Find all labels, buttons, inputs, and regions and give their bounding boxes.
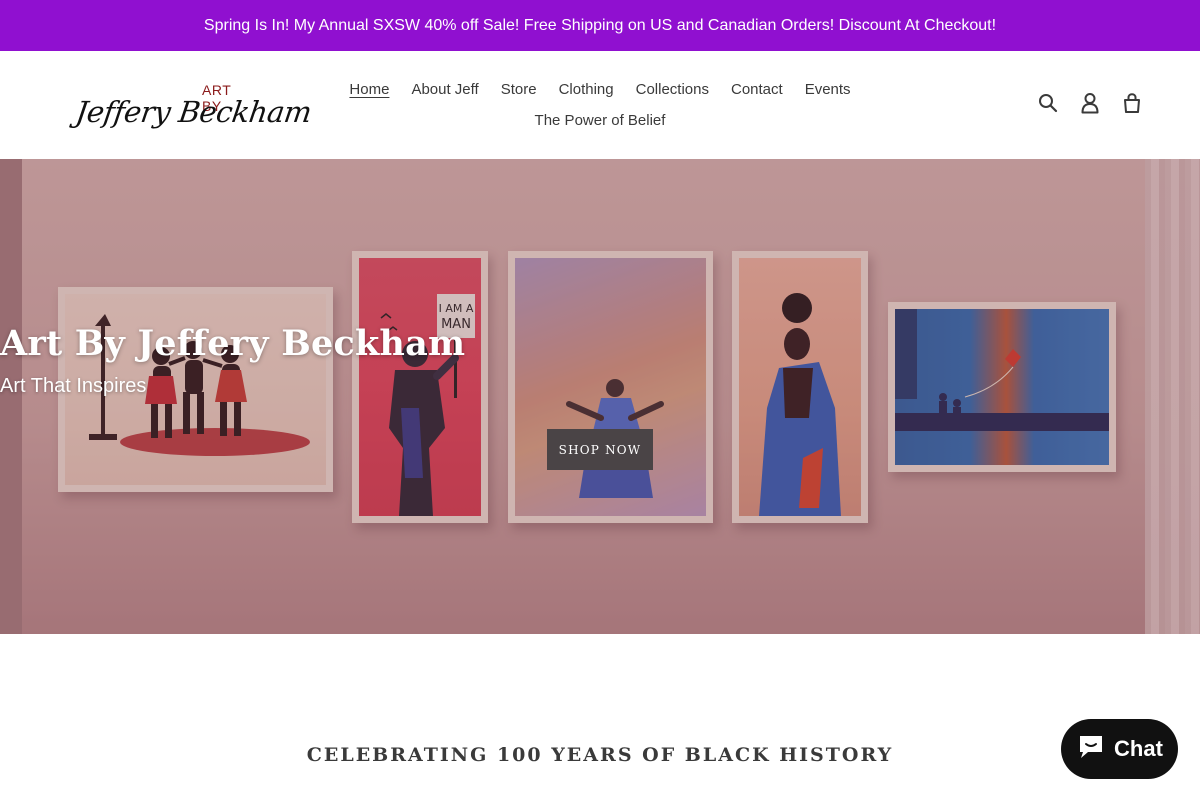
chat-label: Chat	[1114, 736, 1163, 761]
nav-item-events[interactable]: Events	[794, 75, 862, 104]
shop-now-button[interactable]: SHOP NOW	[547, 429, 653, 470]
cart-icon[interactable]	[1120, 91, 1144, 115]
logo-signature: Jeffery Beckham	[73, 95, 314, 129]
nav-item-collections[interactable]: Collections	[625, 75, 720, 104]
hero-title: Art By Jeffery Beckham	[0, 323, 466, 364]
chat-button[interactable]: Chat	[1061, 719, 1178, 779]
nav-item-about-jeff[interactable]: About Jeff	[400, 75, 489, 104]
section-heading: CELEBRATING 100 YEARS OF BLACK HISTORY	[306, 744, 894, 766]
chat-bubble-icon	[1076, 732, 1106, 766]
announcement-text: Spring Is In! My Annual SXSW 40% off Sal…	[203, 16, 997, 34]
search-icon[interactable]	[1036, 91, 1060, 115]
nav-item-home[interactable]: Home	[338, 75, 400, 104]
header-icons	[1036, 91, 1144, 115]
nav-item-contact[interactable]: Contact	[720, 75, 794, 104]
announcement-bar: Spring Is In! My Annual SXSW 40% off Sal…	[0, 0, 1200, 51]
nav-item-store[interactable]: Store	[490, 75, 548, 104]
hero-subtitle: Art That Inspires	[0, 375, 147, 397]
site-header: ART BY Jeffery Beckham Home About Jeff S…	[0, 51, 1200, 159]
account-icon[interactable]	[1078, 91, 1102, 115]
nav-item-power-of-belief[interactable]: The Power of Belief	[524, 106, 677, 135]
nav-item-clothing[interactable]: Clothing	[548, 75, 625, 104]
site-logo[interactable]: ART BY Jeffery Beckham	[74, 79, 314, 131]
hero-banner: I AM A MAN Art By Jeffery Beckham Art Th…	[0, 159, 1200, 634]
main-nav: Home About Jeff Store Clothing Collectio…	[330, 75, 870, 135]
